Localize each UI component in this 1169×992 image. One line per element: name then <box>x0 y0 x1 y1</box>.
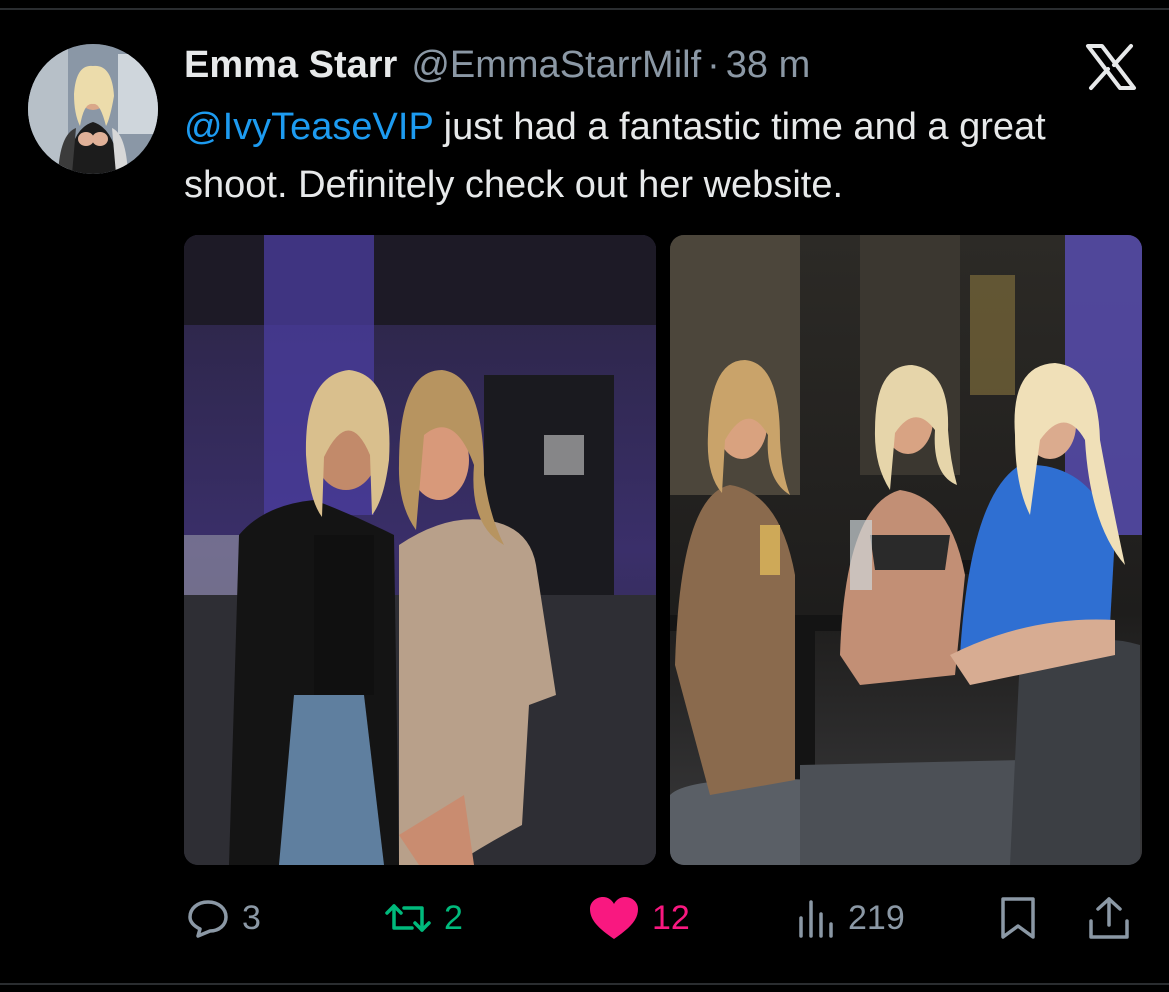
tweet-header: Emma Starr @EmmaStarrMilf · 38 m <box>184 42 810 88</box>
action-bar: 3 2 12 219 <box>0 888 1169 948</box>
views-button[interactable]: 219 <box>796 888 905 948</box>
bottom-divider <box>0 983 1169 985</box>
media-photo-right[interactable] <box>670 235 1142 865</box>
like-count: 12 <box>652 898 690 937</box>
share-button[interactable] <box>1085 888 1133 948</box>
views-count: 219 <box>848 898 905 937</box>
share-icon <box>1089 897 1129 939</box>
author-name[interactable]: Emma Starr <box>184 42 397 88</box>
bookmark-button[interactable] <box>997 888 1039 948</box>
like-button[interactable]: 12 <box>588 888 690 948</box>
tweet-timestamp[interactable]: 38 m <box>726 42 810 88</box>
views-icon <box>799 900 833 938</box>
author-handle[interactable]: @EmmaStarrMilf <box>411 42 701 88</box>
repost-count: 2 <box>444 898 463 937</box>
mention-link[interactable]: @IvyTeaseVIP <box>184 106 433 148</box>
bookmark-icon <box>1001 897 1035 939</box>
reply-icon <box>188 900 228 938</box>
separator-dot: · <box>707 44 720 86</box>
avatar[interactable] <box>28 44 158 174</box>
reply-button[interactable]: 3 <box>186 888 261 948</box>
repost-button[interactable]: 2 <box>384 888 463 948</box>
heart-icon <box>590 897 638 939</box>
reply-count: 3 <box>242 898 261 937</box>
repost-icon <box>385 904 431 932</box>
top-divider <box>0 8 1169 10</box>
tweet-text: @IvyTeaseVIP just had a fantastic time a… <box>184 98 1144 214</box>
media-photo-left[interactable] <box>184 235 656 865</box>
x-logo-icon <box>1085 43 1137 91</box>
